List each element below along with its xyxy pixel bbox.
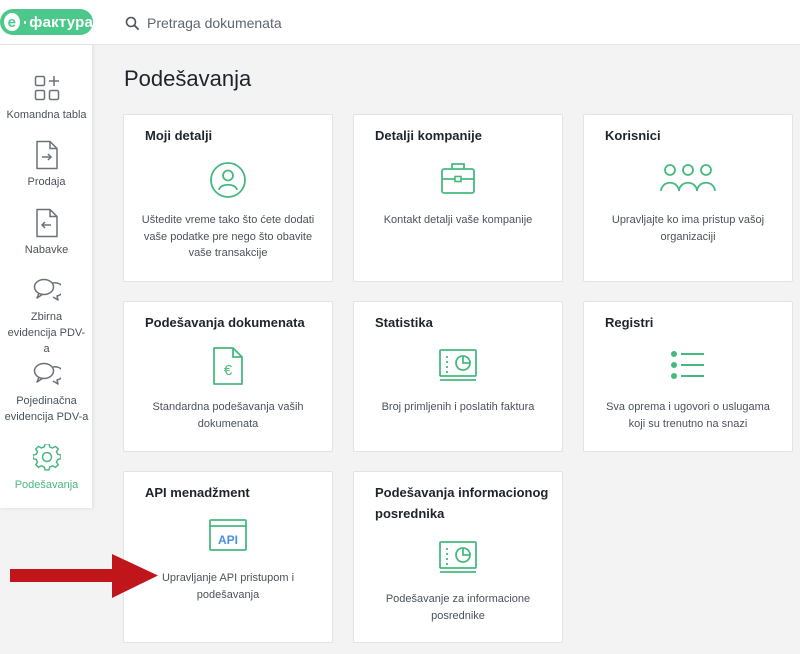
card-statistika[interactable]: Statistika Broj primljenih i poslatih fa…: [353, 301, 563, 452]
statistics-screen-icon: [439, 349, 477, 381]
list-icon: [671, 351, 704, 379]
card-title: Registri: [605, 315, 654, 330]
card-registri[interactable]: Registri Sva oprema i ugovori o uslugama…: [583, 301, 793, 452]
sidebar-item-label: Komandna tabla: [6, 109, 87, 121]
page-title: Podešavanja: [124, 66, 252, 91]
card-description: Uštedite vreme tako što ćete dodati vaše…: [141, 214, 315, 259]
sidebar-item-label: Prodaja: [27, 176, 66, 188]
users-group-icon: [660, 164, 716, 192]
search-input[interactable]: [147, 15, 447, 31]
search-icon[interactable]: [125, 16, 139, 30]
card-description: Kontakt detalji vaše kompanije: [383, 214, 533, 226]
purchases-doc-icon: [35, 208, 58, 238]
sidebar-item-nabavke[interactable]: Nabavke: [0, 206, 93, 258]
card-podesavanja-dokumenata[interactable]: Podešavanja dokumenata € Standardna pode…: [123, 301, 333, 452]
sidebar-item-prodaja[interactable]: Prodaja: [0, 138, 93, 190]
chat-bubbles-icon: [33, 278, 61, 301]
card-detalji-kompanije[interactable]: Detalji kompanije Kontakt detalji vaše k…: [353, 114, 563, 282]
card-podesavanja-informacionog-posrednika[interactable]: Podešavanja informacionog posrednika Pod…: [353, 471, 563, 643]
card-title: Moji detalji: [145, 128, 213, 143]
card-title: API menadžment: [145, 485, 250, 500]
sidebar-item-label: Podešavanja: [14, 479, 79, 491]
card-description: Podešavanje za informacione posrednike: [385, 593, 531, 622]
card-moji-detalji[interactable]: Moji detalji Uštedite vreme tako što ćet…: [123, 114, 333, 282]
card-description: Broj primljenih i poslatih faktura: [381, 401, 535, 413]
sidebar-item-komandna-tabla[interactable]: Komandna tabla: [0, 71, 93, 123]
logo-text: фактура: [29, 13, 93, 31]
card-title: Detalji kompanije: [375, 128, 482, 143]
sidebar-item-label: Nabavke: [24, 244, 69, 256]
sidebar-item-pojedinacna-evidencija[interactable]: Pojedinačna evidencija PDV-a: [0, 357, 93, 425]
logo-e-mark: e: [4, 13, 20, 31]
euro-document-icon: €: [213, 347, 243, 385]
search-bar: [125, 12, 447, 34]
svg-text:€: €: [224, 362, 233, 379]
card-description: Upravljajte ko ima pristup vašoj organiz…: [611, 214, 765, 243]
gear-icon: [32, 444, 61, 471]
sidebar-item-podesavanja[interactable]: Podešavanja: [0, 441, 93, 493]
sales-doc-icon: [35, 140, 58, 170]
api-icon-label: API: [218, 533, 238, 547]
card-description: Sva oprema i ugovori o uslugama koji su …: [606, 401, 770, 430]
sidebar-item-label: Zbirna evidencija PDV-a: [7, 311, 86, 355]
briefcase-icon: [441, 163, 475, 194]
sidebar-item-zbirna-evidencija[interactable]: Zbirna evidencija PDV-a: [0, 273, 93, 357]
statistics-screen-icon: [439, 541, 477, 573]
api-window-icon: API: [209, 519, 247, 551]
red-arrow-annotation: [10, 554, 158, 598]
top-bar: e фактура: [0, 0, 800, 45]
card-title: Statistika: [375, 315, 433, 330]
sidebar-item-label: Pojedinačna evidencija PDV-a: [4, 395, 89, 423]
chat-bubbles-icon: [33, 362, 61, 385]
sidebar: Komandna tabla Prodaja Nabavke Zbirna ev…: [0, 45, 93, 508]
card-title: Korisnici: [605, 128, 661, 143]
card-title: Podešavanja dokumenata: [145, 315, 305, 330]
dashboard-icon: [34, 75, 59, 101]
efaktura-logo[interactable]: e фактура: [0, 9, 93, 35]
card-description: Upravljanje API pristupom i podešavanja: [161, 572, 295, 601]
card-korisnici[interactable]: Korisnici Upravljajte ko ima pristup vaš…: [583, 114, 793, 282]
user-circle-icon: [210, 162, 246, 198]
card-description: Standardna podešavanja vaših dokumenata: [152, 401, 304, 430]
logo-dot: [23, 20, 27, 24]
card-title: Podešavanja informacionog posrednika: [375, 485, 549, 521]
